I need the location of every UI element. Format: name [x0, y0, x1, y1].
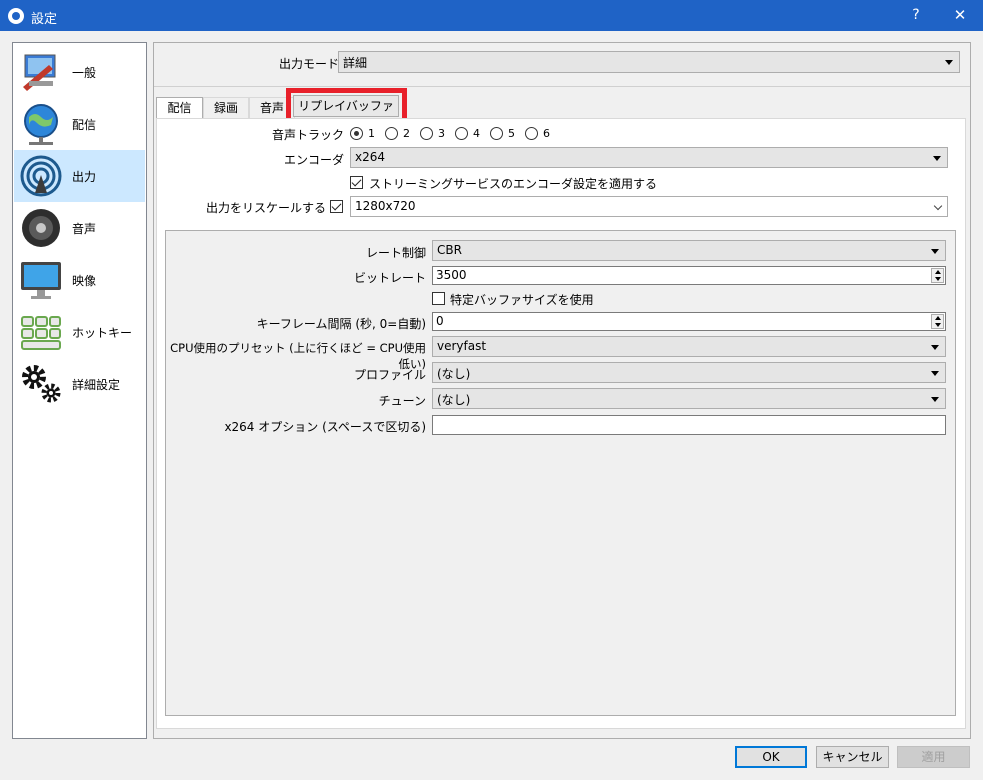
sidebar-item-label: 配信: [72, 118, 97, 132]
divider: [154, 86, 970, 87]
close-button[interactable]: ✕: [940, 0, 980, 31]
sidebar-item-video[interactable]: 映像: [14, 254, 145, 306]
custom-buffer-label: 特定バッファサイズを使用: [450, 293, 594, 307]
tab-stream[interactable]: 配信: [156, 97, 203, 120]
audio-icon: [22, 209, 60, 247]
keyframe-spinbox[interactable]: 0: [432, 312, 946, 331]
cancel-button[interactable]: キャンセル: [816, 746, 889, 768]
general-icon: [23, 54, 56, 91]
rescale-checkbox[interactable]: [330, 200, 343, 213]
chevron-down-icon: [945, 60, 953, 65]
rescale-select[interactable]: 1280x720: [350, 196, 948, 217]
audio-track-label-4: 4: [473, 127, 480, 140]
bitrate-value: 3500: [436, 268, 467, 282]
sidebar-item-label: 詳細設定: [72, 378, 121, 392]
enforce-encoder-label: ストリーミングサービスのエンコーダ設定を適用する: [369, 177, 658, 191]
settings-sidebar: 一般 配信 出力 音声 映像 ホットキー 詳細設定: [12, 42, 147, 739]
audio-track-label-1: 1: [368, 127, 375, 140]
output-mode-label: 出力モード: [279, 57, 340, 71]
audio-track-label-3: 3: [438, 127, 445, 140]
audio-track-radio-1[interactable]: [350, 127, 363, 140]
audio-track-label-2: 2: [403, 127, 410, 140]
x264-options-input[interactable]: [432, 415, 946, 435]
encoder-value: x264: [355, 150, 386, 164]
chevron-down-icon: [931, 397, 939, 402]
stream-icon: [24, 104, 58, 145]
output-mode-value: 詳細: [343, 56, 368, 70]
audio-track-radio-3[interactable]: [420, 127, 433, 140]
spin-arrows-icon[interactable]: [931, 268, 944, 283]
spin-arrows-icon[interactable]: [931, 314, 944, 329]
audio-track-radio-4[interactable]: [455, 127, 468, 140]
title-bar: 設定 ? ✕: [0, 0, 983, 31]
enforce-encoder-checkbox[interactable]: [350, 176, 363, 189]
window-title: 設定: [31, 12, 58, 27]
sidebar-item-label: ホットキー: [72, 326, 133, 340]
rate-control-value: CBR: [437, 243, 462, 257]
output-icon: [20, 155, 62, 197]
help-button[interactable]: ?: [896, 0, 936, 31]
encoder-label: エンコーダ: [283, 153, 344, 167]
custom-buffer-checkbox[interactable]: [432, 292, 445, 305]
sidebar-item-label: 一般: [72, 66, 97, 80]
audio-track-label-6: 6: [543, 127, 550, 140]
encoder-select[interactable]: x264: [350, 147, 948, 168]
tab-recording[interactable]: 録画: [203, 97, 249, 119]
tune-label: チューン: [378, 394, 426, 408]
obs-logo-icon: [8, 8, 24, 24]
tune-select[interactable]: (なし): [432, 388, 946, 409]
apply-button[interactable]: 適用: [897, 746, 970, 768]
rescale-label: 出力をリスケールする: [205, 201, 326, 215]
audio-track-radio-5[interactable]: [490, 127, 503, 140]
chevron-down-icon: [931, 345, 939, 350]
keyframe-value: 0: [436, 314, 444, 328]
sidebar-item-general[interactable]: 一般: [14, 46, 145, 98]
cpu-preset-value: veryfast: [437, 339, 487, 353]
sidebar-item-stream[interactable]: 配信: [14, 98, 145, 150]
sidebar-item-label: 音声: [72, 222, 97, 236]
sidebar-item-label: 映像: [72, 274, 97, 288]
sidebar-item-hotkeys[interactable]: ホットキー: [14, 306, 145, 358]
cpu-preset-select[interactable]: veryfast: [432, 336, 946, 357]
sidebar-item-audio[interactable]: 音声: [14, 202, 145, 254]
advanced-icon: [22, 365, 61, 403]
chevron-down-icon: [933, 156, 941, 161]
output-mode-select[interactable]: 詳細: [338, 51, 960, 73]
profile-select[interactable]: (なし): [432, 362, 946, 383]
audio-track-label-5: 5: [508, 127, 515, 140]
rescale-value: 1280x720: [355, 199, 416, 213]
audio-track-radio-2[interactable]: [385, 127, 398, 140]
bitrate-spinbox[interactable]: 3500: [432, 266, 946, 285]
bitrate-label: ビットレート: [353, 271, 426, 285]
profile-label: プロファイル: [353, 368, 426, 382]
chevron-down-icon: [931, 249, 939, 254]
chevron-down-icon: [931, 371, 939, 376]
ok-button[interactable]: OK: [735, 746, 807, 768]
video-icon: [21, 262, 61, 299]
sidebar-item-advanced[interactable]: 詳細設定: [14, 358, 145, 410]
audio-track-label: 音声トラック: [271, 128, 344, 142]
tune-value: (なし): [437, 393, 471, 407]
hotkey-icon: [21, 316, 61, 350]
keyframe-label: キーフレーム間隔 (秒, 0=自動): [256, 317, 426, 331]
sidebar-item-output[interactable]: 出力: [14, 150, 145, 202]
profile-value: (なし): [437, 367, 471, 381]
x264-options-label: x264 オプション (スペースで区切る): [224, 420, 426, 434]
rate-control-select[interactable]: CBR: [432, 240, 946, 261]
audio-track-radio-6[interactable]: [525, 127, 538, 140]
rate-control-label: レート制御: [365, 246, 426, 260]
sidebar-item-label: 出力: [72, 170, 97, 184]
chevron-down-icon: [933, 201, 943, 211]
